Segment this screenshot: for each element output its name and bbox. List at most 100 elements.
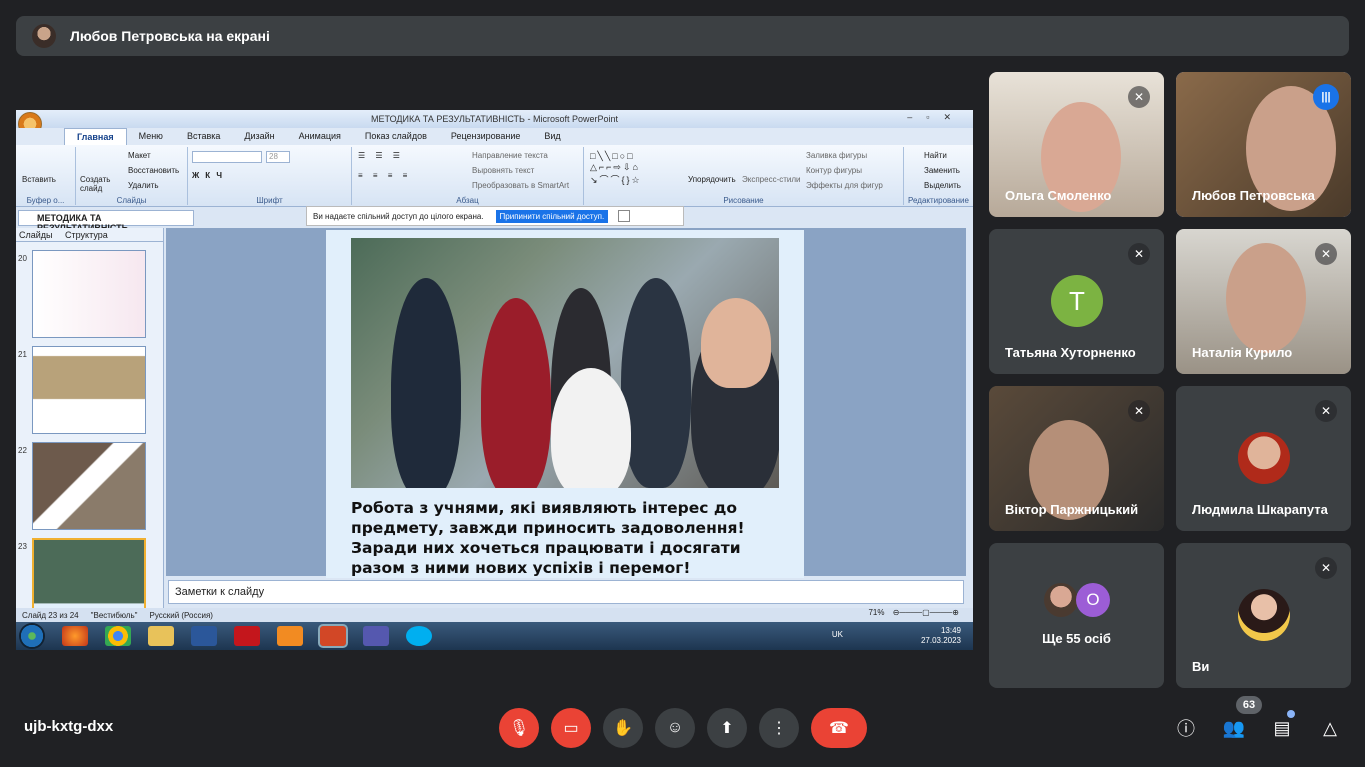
slide-counter: Слайд 23 из 24 — [22, 610, 79, 620]
powerpoint-icon[interactable] — [318, 624, 348, 648]
participant-tile[interactable]: ✕ Ольга Смоленко — [989, 72, 1164, 217]
present-screen-button[interactable]: ⬆ — [707, 708, 747, 748]
font-size-select[interactable]: 28 — [266, 151, 290, 163]
hang-up-icon: ☎ — [829, 720, 849, 737]
slides-caption: Слайды — [116, 196, 147, 205]
participant-name: Татьяна Хуторненко — [1005, 345, 1136, 360]
shape-effects-button[interactable]: Эффекты для фигур — [806, 181, 883, 190]
chrome-icon[interactable] — [105, 626, 131, 646]
group-editing: Найти Заменить Выделить Редактирование — [904, 147, 973, 205]
windows-start-icon[interactable] — [19, 623, 45, 649]
arrange-button[interactable]: Упорядочить — [688, 175, 736, 184]
list-buttons[interactable]: ☰ ☰ ☰ — [358, 151, 404, 160]
tab-home[interactable]: Главная — [64, 128, 127, 145]
skype-icon[interactable] — [406, 626, 432, 646]
replace-button[interactable]: Заменить — [924, 166, 960, 175]
minimize-share-bar-button[interactable] — [618, 210, 631, 222]
reset-button[interactable]: Восстановить — [128, 166, 179, 175]
participant-name: Ви — [1192, 659, 1210, 674]
thumb-number: 20 — [18, 254, 27, 263]
slides-pane-tabs: Слайды Структура — [16, 228, 163, 242]
word-icon[interactable] — [191, 626, 217, 646]
slide-thumb-21[interactable] — [32, 346, 146, 434]
clipboard-caption: Буфер о... — [26, 196, 65, 205]
align-buttons[interactable]: ≡ ≡ ≡ ≡ — [358, 171, 411, 180]
select-button[interactable]: Выделить — [924, 181, 961, 190]
delete-button[interactable]: Удалить — [128, 181, 159, 190]
slide-thumb-20[interactable] — [32, 250, 146, 338]
thumb-number: 21 — [18, 350, 27, 359]
people-icon[interactable]: 👥 — [1222, 716, 1246, 740]
meeting-info-icon[interactable]: ⓘ — [1174, 716, 1198, 740]
raise-hand-button[interactable]: ✋ — [603, 708, 643, 748]
more-participants-tile[interactable]: О Ще 55 осіб — [989, 543, 1164, 688]
theme-name: "Вестибюль" — [90, 610, 138, 620]
firefox-icon[interactable] — [62, 626, 88, 646]
stop-sharing-button[interactable]: Припинити спільний доступ. — [495, 209, 609, 223]
system-clock[interactable]: 13:49 27.03.2023 — [921, 626, 961, 646]
tab-slideshow[interactable]: Показ слайдов — [353, 128, 439, 145]
tab-view[interactable]: Вид — [532, 128, 572, 145]
tab-review[interactable]: Рецензирование — [439, 128, 533, 145]
participant-avatar: О — [1076, 583, 1110, 617]
mic-off-icon: ✕ — [1128, 86, 1150, 108]
participant-name: Любов Петровська — [1192, 188, 1315, 203]
reactions-button[interactable]: ☺ — [655, 708, 695, 748]
presenting-text: Любов Петровська на екрані — [70, 28, 270, 44]
tab-menu[interactable]: Меню — [127, 128, 175, 145]
ribbon: Вставить Буфер о... Создать слайд Макет … — [16, 145, 973, 207]
activities-icon[interactable]: △ — [1318, 716, 1342, 740]
tab-design[interactable]: Дизайн — [232, 128, 286, 145]
layout-button[interactable]: Макет — [128, 151, 151, 160]
speaking-indicator-icon: ||| — [1313, 84, 1339, 110]
pane-tab-outline[interactable]: Структура — [65, 230, 108, 240]
participant-tile[interactable]: ✕ Віктор Паржницький — [989, 386, 1164, 531]
find-button[interactable]: Найти — [924, 151, 947, 160]
participant-name: Наталія Курило — [1192, 345, 1293, 360]
media-player-icon[interactable] — [277, 626, 303, 646]
tab-insert[interactable]: Вставка — [175, 128, 232, 145]
slide-thumb-22[interactable] — [32, 442, 146, 530]
font-family-select[interactable] — [192, 151, 262, 163]
participant-tile[interactable]: Т ✕ Татьяна Хуторненко — [989, 229, 1164, 374]
smartart-button[interactable]: Преобразовать в SmartArt — [472, 181, 569, 190]
font-format-buttons[interactable]: ЖКЧ — [192, 171, 228, 180]
self-tile[interactable]: ✕ Ви — [1176, 543, 1351, 688]
slide-caption: Робота з учнями, які виявляють інтерес д… — [351, 499, 745, 577]
editing-caption: Редактирование — [908, 196, 969, 205]
align-text-button[interactable]: Выровнять текст — [472, 166, 534, 175]
slide-notes[interactable]: Заметки к слайду — [168, 580, 964, 604]
window-controls[interactable]: –▫✕ — [907, 112, 965, 123]
group-slides: Создать слайд Макет Восстановить Удалить… — [76, 147, 188, 205]
participant-tile[interactable]: ✕ Наталія Курило — [1176, 229, 1351, 374]
keyboard-language[interactable]: UK — [832, 630, 843, 639]
text-direction-button[interactable]: Направление текста — [472, 151, 548, 160]
mic-off-icon: ✕ — [1315, 243, 1337, 265]
teams-icon[interactable] — [363, 626, 389, 646]
zoom-control[interactable]: 71% ⊖────▢────⊕ — [862, 608, 959, 617]
more-options-button[interactable]: ⋮ — [759, 708, 799, 748]
drawing-caption: Рисование — [723, 196, 764, 205]
new-slide-button[interactable]: Создать слайд — [80, 175, 110, 193]
participant-avatar: Т — [1051, 275, 1103, 327]
paste-button[interactable]: Вставить — [22, 175, 56, 184]
participant-tile-active-speaker[interactable]: ||| Любов Петровська — [1176, 72, 1351, 217]
shapes-gallery[interactable]: □╲╲□○□ △⌐⌐⇨⇩⌂ ↘⌒⌒{}☆ — [590, 151, 642, 186]
leave-call-button[interactable]: ☎ — [811, 708, 867, 748]
document-tab[interactable]: МЕТОДИКА ТА РЕЗУЛЬТАТИВНІСТЬ — [18, 210, 194, 233]
shared-screen: МЕТОДИКА ТА РЕЗУЛЬТАТИВНІСТЬ - Microsoft… — [16, 110, 973, 650]
quick-styles-button[interactable]: Экспресс-стили — [742, 175, 801, 184]
pane-tab-slides[interactable]: Слайды — [19, 230, 53, 240]
participant-tile[interactable]: ✕ Людмила Шкарапута — [1176, 386, 1351, 531]
group-font: 28 ЖКЧ Шрифт — [188, 147, 352, 205]
powerpoint-title-bar: МЕТОДИКА ТА РЕЗУЛЬТАТИВНІСТЬ - Microsoft… — [16, 110, 973, 128]
hand-icon: ✋ — [613, 720, 633, 737]
shape-fill-button[interactable]: Заливка фигуры — [806, 151, 867, 160]
shape-outline-button[interactable]: Контур фигуры — [806, 166, 862, 175]
mic-toggle-button[interactable]: 🎙 — [499, 708, 539, 748]
chat-icon[interactable]: ▤ — [1270, 716, 1294, 740]
camera-toggle-button[interactable]: ▭ — [551, 708, 591, 748]
tab-animation[interactable]: Анимация — [287, 128, 353, 145]
folder-icon[interactable] — [148, 626, 174, 646]
acrobat-icon[interactable] — [234, 626, 260, 646]
